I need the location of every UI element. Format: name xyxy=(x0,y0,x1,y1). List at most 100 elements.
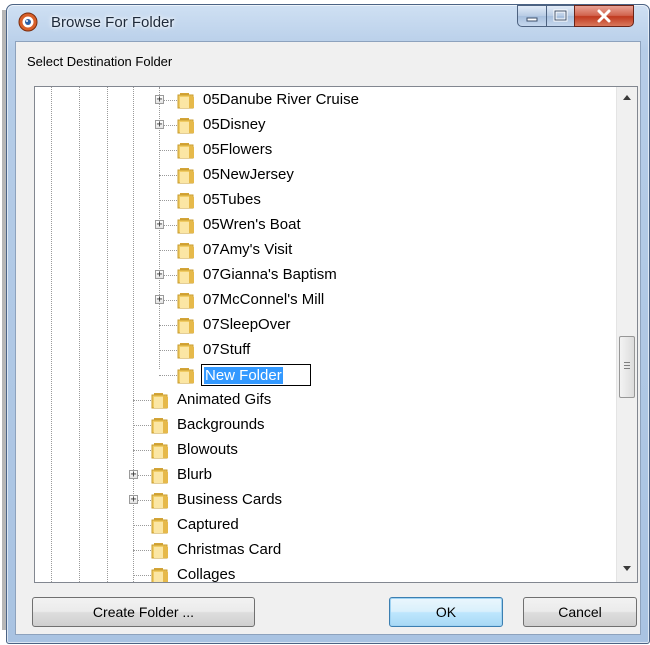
tree-item[interactable]: + Business Cards xyxy=(35,488,615,513)
tree-item-label: 05Flowers xyxy=(203,141,273,158)
browse-for-folder-dialog: Browse For Folder Select Destination Fol… xyxy=(6,4,650,644)
tree-branch-line xyxy=(133,525,151,526)
create-folder-button[interactable]: Create Folder ... xyxy=(32,597,255,627)
folder-icon xyxy=(177,267,197,284)
folder-icon xyxy=(177,367,197,384)
tree-item[interactable]: 07SleepOver xyxy=(35,313,615,338)
tree-item[interactable]: + Blurb xyxy=(35,463,615,488)
tree-item[interactable]: Collages xyxy=(35,563,615,582)
tree-item[interactable]: 07Amy's Visit xyxy=(35,238,615,263)
scroll-up-button[interactable] xyxy=(617,89,637,106)
folder-icon xyxy=(151,542,171,559)
app-icon xyxy=(18,12,38,32)
tree-item[interactable]: New Folder xyxy=(35,363,615,388)
tree-item-label: 05Wren's Boat xyxy=(203,216,301,233)
folder-icon xyxy=(177,192,197,209)
tree-item-label: 05Danube River Cruise xyxy=(203,91,359,108)
folder-icon xyxy=(177,317,197,334)
folder-tree[interactable]: +05Danube River Cruise +05Disney 05Flowers… xyxy=(34,86,638,583)
folder-icon xyxy=(151,567,171,582)
tree-item-label: 05Disney xyxy=(203,116,266,133)
folder-icon xyxy=(177,167,197,184)
tree-item[interactable]: Captured xyxy=(35,513,615,538)
tree-item[interactable]: 05NewJersey xyxy=(35,163,615,188)
tree-branch-line xyxy=(159,350,177,351)
tree-branch-line xyxy=(159,250,177,251)
tree-branch-line xyxy=(159,325,177,326)
close-icon xyxy=(597,9,611,23)
folder-icon xyxy=(177,117,197,134)
scroll-up-arrow-icon xyxy=(623,95,631,100)
plus-expander-icon[interactable]: + xyxy=(155,95,164,105)
tree-item[interactable]: +05Disney xyxy=(35,113,615,138)
dialog-prompt: Select Destination Folder xyxy=(27,54,173,69)
plus-expander-icon[interactable]: + xyxy=(155,120,164,130)
scrollbar-grip-icon xyxy=(624,362,630,370)
folder-icon xyxy=(151,392,171,409)
folder-icon xyxy=(151,492,171,509)
tree-item-label: 07Amy's Visit xyxy=(203,241,293,258)
tree-branch-line xyxy=(133,550,151,551)
plus-expander-icon[interactable]: + xyxy=(155,270,164,280)
folder-icon xyxy=(177,92,197,109)
tree-item[interactable]: Blowouts xyxy=(35,438,615,463)
folder-icon xyxy=(177,292,197,309)
cancel-button[interactable]: Cancel xyxy=(523,597,637,627)
tree-item[interactable]: Christmas Card xyxy=(35,538,615,563)
folder-icon xyxy=(177,217,197,234)
tree-branch-line xyxy=(133,400,151,401)
ok-button[interactable]: OK xyxy=(389,597,503,627)
tree-branch-line xyxy=(159,200,177,201)
tree-item[interactable]: 07Stuff xyxy=(35,338,615,363)
plus-expander-icon[interactable]: + xyxy=(129,470,138,480)
tree-item[interactable]: 05Tubes xyxy=(35,188,615,213)
minimize-icon xyxy=(526,17,538,22)
tree-item-label: Collages xyxy=(177,566,236,582)
tree-item-label: Business Cards xyxy=(177,491,283,508)
folder-icon xyxy=(151,467,171,484)
tree-item[interactable]: +07McConnel's Mill xyxy=(35,288,615,313)
tree-item[interactable]: Backgrounds xyxy=(35,413,615,438)
vertical-scrollbar[interactable] xyxy=(616,87,637,582)
tree-item[interactable]: +05Wren's Boat xyxy=(35,213,615,238)
folder-icon xyxy=(177,242,197,259)
tree-item-label: 07McConnel's Mill xyxy=(203,291,325,308)
tree-item[interactable]: +05Danube River Cruise xyxy=(35,88,615,113)
dialog-client-area: Select Destination Folder +05Danube Rive… xyxy=(15,41,641,635)
title-bar[interactable]: Browse For Folder xyxy=(7,5,649,41)
tree-item[interactable]: +07Gianna's Baptism xyxy=(35,263,615,288)
tree-item-label: Blurb xyxy=(177,466,213,483)
window-title: Browse For Folder xyxy=(51,14,175,31)
tree-branch-line xyxy=(159,150,177,151)
tree-item[interactable]: Animated Gifs xyxy=(35,388,615,413)
maximize-button[interactable] xyxy=(546,5,575,27)
close-button[interactable] xyxy=(574,5,634,27)
tree-item-label: Animated Gifs xyxy=(177,391,272,408)
selected-folder-name: New Folder xyxy=(204,367,283,384)
folder-icon xyxy=(151,442,171,459)
plus-expander-icon[interactable]: + xyxy=(155,295,164,305)
folder-icon xyxy=(151,417,171,434)
tree-item[interactable]: 05Flowers xyxy=(35,138,615,163)
tree-branch-line xyxy=(159,175,177,176)
tree-branch-line xyxy=(133,425,151,426)
tree-rows: +05Danube River Cruise +05Disney 05Flowers… xyxy=(35,87,615,582)
tree-item-label: Backgrounds xyxy=(177,416,265,433)
scroll-down-button[interactable] xyxy=(617,560,637,577)
tree-item-label: 07Gianna's Baptism xyxy=(203,266,337,283)
tree-item-label: 05NewJersey xyxy=(203,166,294,183)
minimize-button[interactable] xyxy=(517,5,547,27)
tree-item-label: Christmas Card xyxy=(177,541,282,558)
plus-expander-icon[interactable]: + xyxy=(155,220,164,230)
plus-expander-icon[interactable]: + xyxy=(129,495,138,505)
folder-icon xyxy=(151,517,171,534)
tree-branch-line xyxy=(133,450,151,451)
folder-icon xyxy=(177,342,197,359)
scrollbar-thumb[interactable] xyxy=(619,336,635,398)
folder-icon xyxy=(177,142,197,159)
maximize-icon xyxy=(553,9,568,22)
scroll-down-arrow-icon xyxy=(623,566,631,571)
tree-item-label: Blowouts xyxy=(177,441,238,458)
rename-folder-input[interactable]: New Folder xyxy=(201,364,311,386)
tree-item-label: 05Tubes xyxy=(203,191,261,208)
